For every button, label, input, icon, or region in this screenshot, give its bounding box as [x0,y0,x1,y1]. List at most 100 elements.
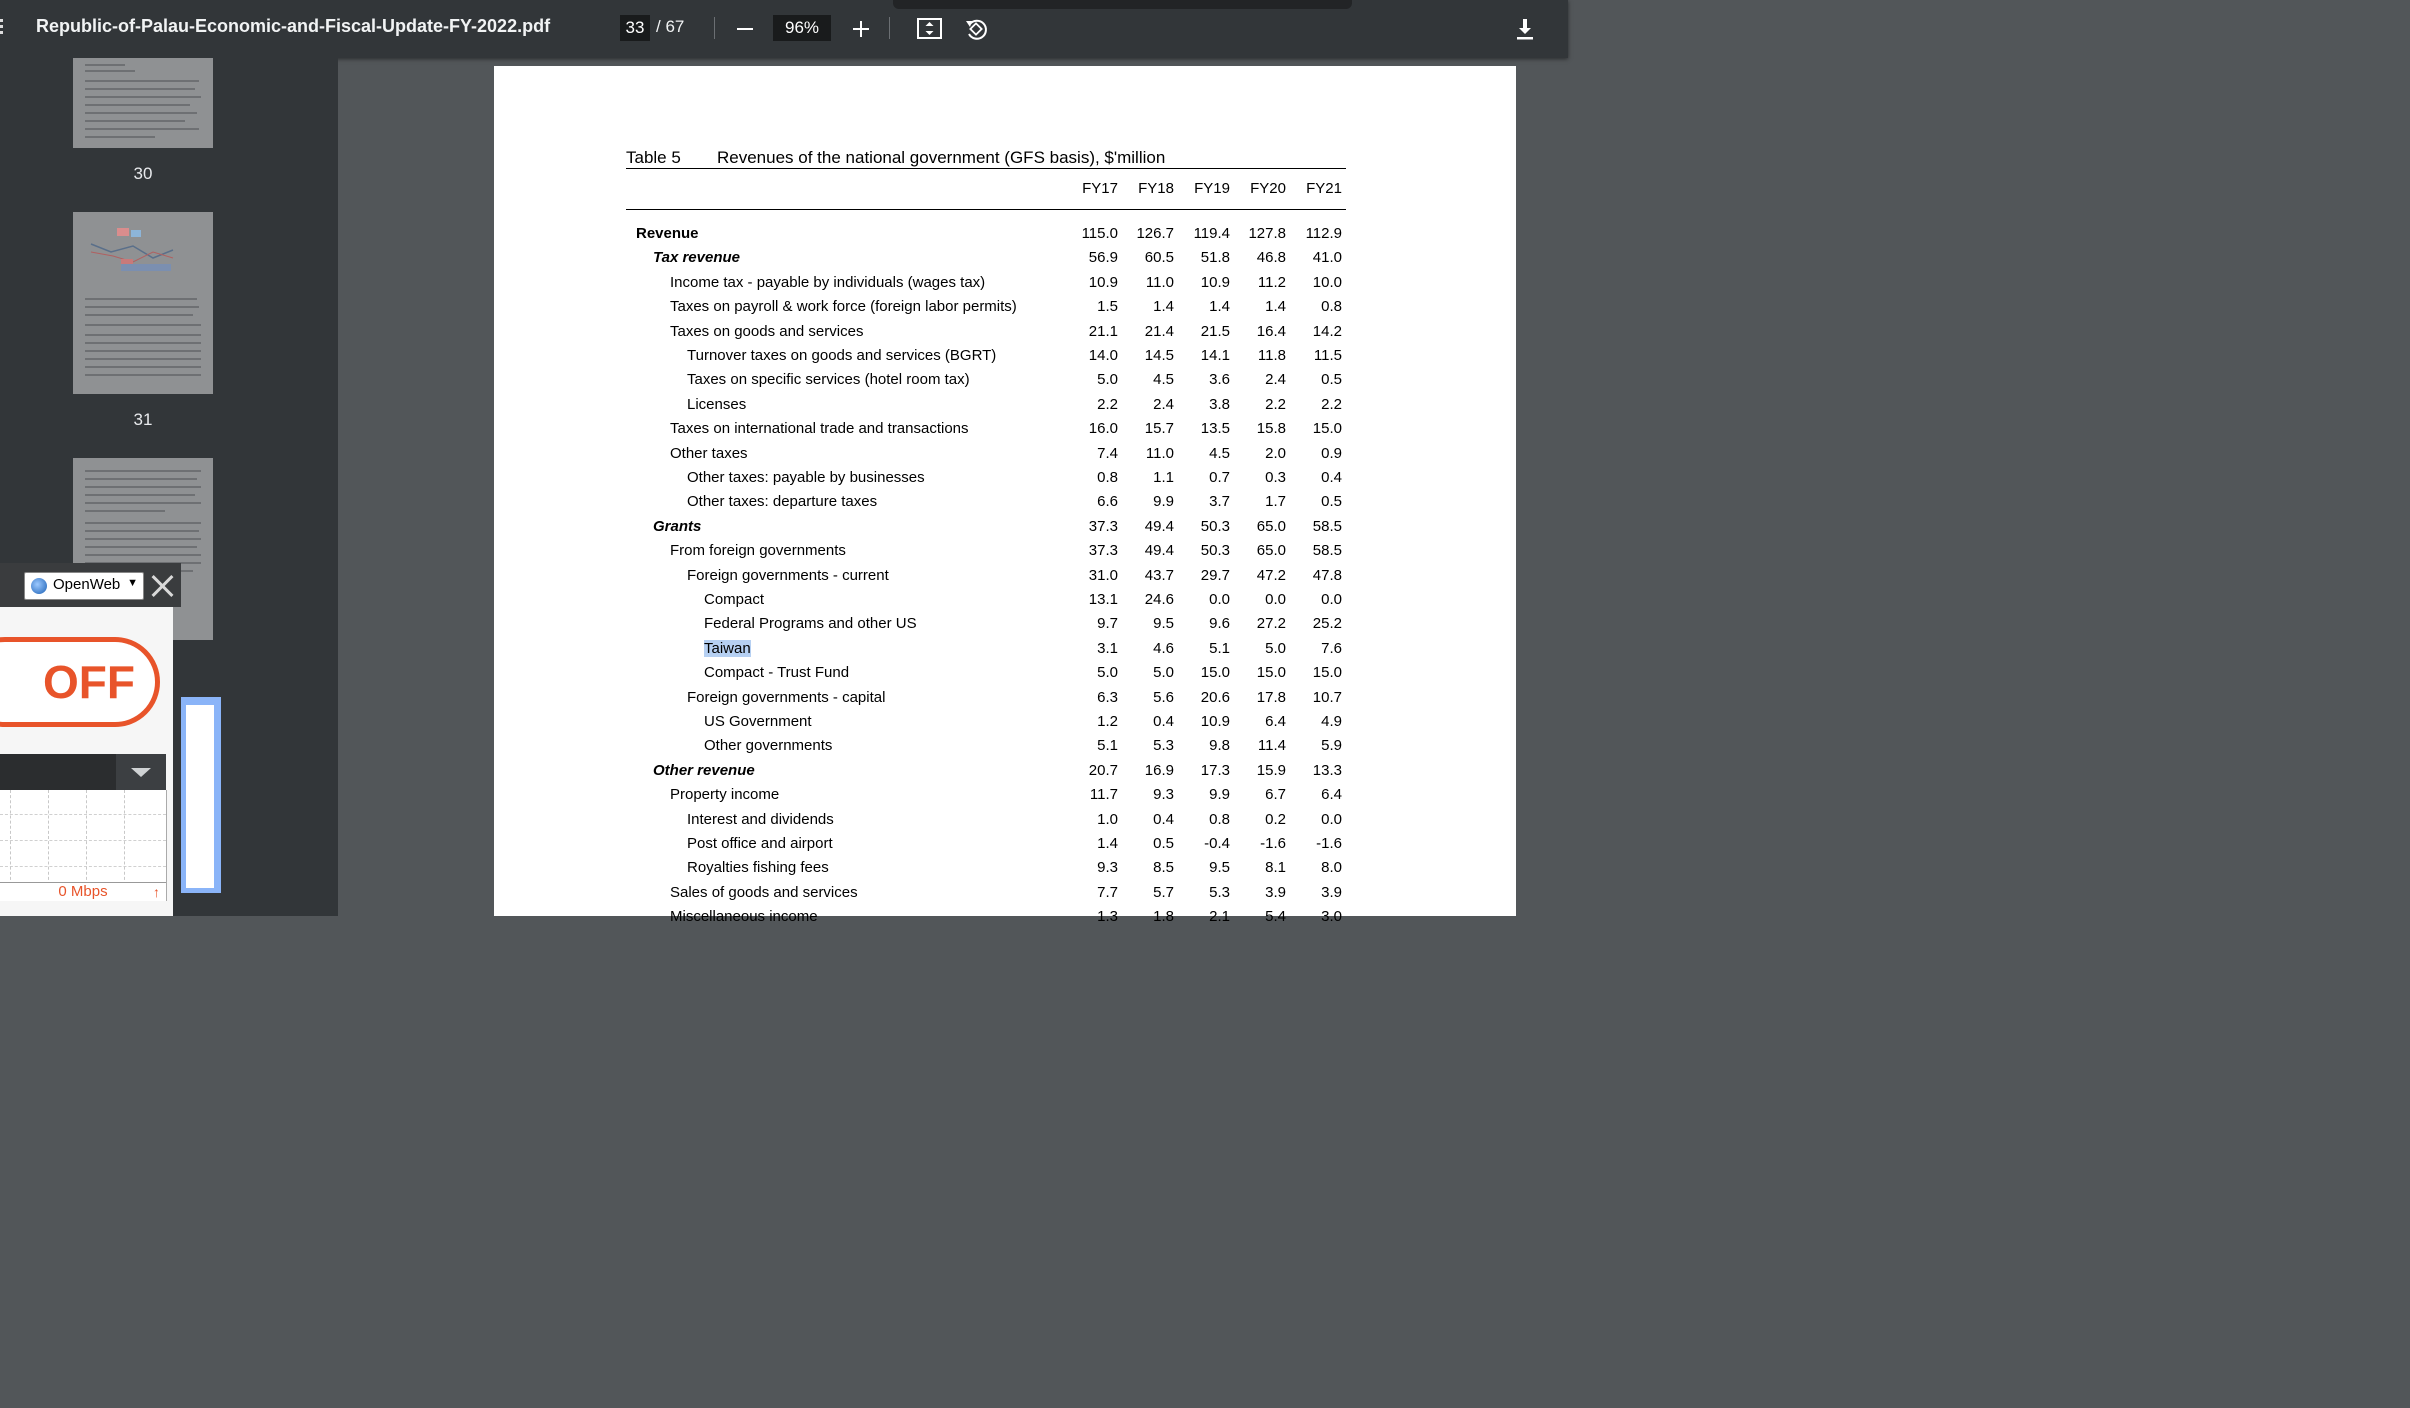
table-cell: 112.9 [1305,225,1342,242]
table-cell: 0.7 [1209,469,1230,486]
table-row: Other taxes: departure taxes 6.6 9.9 3.7 1.7… [494,493,1516,517]
table-row: Taxes on goods and services 21.1 21.4 21.5 1… [494,323,1516,347]
table-row: Taxes on specific services (hotel room t… [494,371,1516,395]
table-cell: -1.6 [1316,835,1342,852]
network-widget-panel: OFF 0 Mbps ↑ [0,607,173,916]
page-thumbnail[interactable] [73,212,213,394]
table-cell: 16.9 [1144,761,1174,779]
row-label: Taxes on goods and services [670,322,864,340]
table-cell: 3.6 [1209,371,1230,389]
row-label: Other governments [704,737,833,755]
row-label: Tax revenue [653,249,740,267]
table-cell: 29.7 [1200,566,1230,584]
table-cell: 2.0 [1265,444,1286,462]
table-cell: 2.2 [1265,395,1286,413]
table-cell: 14.1 [1200,347,1230,364]
table-cell: -1.6 [1260,835,1286,852]
zoom-in-button[interactable] [850,14,872,42]
table-cell: 5.1 [1097,737,1118,755]
table-cell: 21.5 [1200,322,1230,340]
table-cell: 0.4 [1153,810,1174,828]
table-cell: 27.2 [1256,615,1286,633]
table-row: Grants 37.3 49.4 50.3 65.0 58.5 [494,518,1516,542]
table-cell: 65.0 [1256,542,1286,560]
table-cell: 10.0 [1312,273,1342,291]
table-row: Revenue 115.0 126.7 119.4 127.8 112.9 [494,225,1516,249]
table-row: US Government 1.2 0.4 10.9 6.4 4.9 [494,713,1516,737]
table-cell: 3.7 [1209,493,1230,511]
close-icon[interactable] [150,572,174,598]
menu-icon[interactable] [0,16,4,40]
table-row: Foreign governments - current 31.0 43.7 29.… [494,567,1516,591]
row-label: Grants [653,517,702,535]
table-cell: 1.4 [1097,835,1118,852]
row-label: Property income [670,786,780,804]
table-cell: 9.9 [1209,786,1230,804]
table-cell: 25.2 [1312,615,1342,633]
zoom-out-button[interactable] [734,14,756,42]
page-thumbnail[interactable] [73,58,213,148]
table-cell: 51.8 [1200,249,1230,267]
table-cell: 11.5 [1313,347,1342,364]
window-tab-strip [893,0,1352,9]
table-cell: 46.8 [1256,249,1286,267]
table-cell: 1.3 [1097,908,1118,926]
table-cell: 3.0 [1321,908,1342,926]
table-cell: 5.0 [1097,371,1118,389]
table-row: Federal Programs and other US 9.7 9.5 9.6 27… [494,615,1516,639]
row-label: From foreign governments [670,542,846,560]
row-label: Taiwan [704,639,751,657]
selected-thumbnail[interactable] [186,705,214,888]
table-cell: 56.9 [1088,249,1118,267]
table-cell: 2.4 [1153,395,1174,413]
table-row: Interest and dividends 1.0 0.4 0.8 0.2 0.0 [494,811,1516,835]
fit-to-page-icon[interactable] [916,15,944,43]
rotate-icon[interactable] [962,15,990,43]
table-cell: 20.7 [1088,761,1118,779]
widget-dropdown[interactable] [0,754,166,790]
table-caption: Revenues of the national government (GFS… [717,148,1166,167]
table-row: Other taxes 7.4 11.0 4.5 2.0 0.9 [494,445,1516,469]
zoom-level-input[interactable]: 96% [773,15,831,41]
table-cell: 15.0 [1312,420,1342,438]
table-cell: 17.8 [1256,688,1286,706]
status-badge[interactable]: OFF [0,637,160,727]
table-cell: 6.4 [1321,786,1342,804]
table-row: Compact 13.1 24.6 0.0 0.0 0.0 [494,591,1516,615]
download-icon[interactable] [1511,15,1539,43]
network-select[interactable]: OpenWeb ▼ [24,572,144,600]
table-cell: 2.2 [1321,395,1342,413]
table-cell: 1.1 [1153,469,1174,486]
table-cell: 11.0 [1145,444,1174,462]
table-cell: 6.7 [1265,786,1286,804]
table-cell: 14.2 [1312,322,1342,340]
table-row: Other taxes: payable by businesses 0.8 1.1… [494,469,1516,493]
table-cell: 10.7 [1312,688,1342,706]
table-cell: 15.9 [1256,761,1286,779]
table-cell: 9.8 [1209,737,1230,755]
table-cell: 1.7 [1265,493,1286,511]
table-cell: 15.7 [1144,420,1174,438]
table-row: Income tax - payable by individuals (wag… [494,274,1516,298]
toolbar-divider [889,17,890,39]
table-cell: 8.1 [1265,859,1286,877]
table-cell: 5.4 [1265,908,1286,926]
table-cell: 60.5 [1144,249,1174,267]
speed-graph: 0 Mbps ↑ [0,790,167,901]
table-cell: 9.3 [1097,859,1118,877]
table-cell: 0.0 [1209,591,1230,608]
chevron-down-icon[interactable] [116,754,166,790]
table-cell: 4.9 [1321,713,1342,730]
table-cell: 0.0 [1321,810,1342,828]
table-cell: 5.3 [1153,737,1174,755]
table-cell: 1.4 [1265,298,1286,316]
table-cell: 15.8 [1256,420,1286,438]
table-cell: 6.4 [1265,713,1286,730]
table-cell: 49.4 [1144,517,1174,535]
table-row: Other revenue 20.7 16.9 17.3 15.9 13.3 [494,762,1516,786]
table-cell: 13.3 [1312,761,1342,779]
table-row: Compact - Trust Fund 5.0 5.0 15.0 15.0 15.0 [494,664,1516,688]
column-header: FY19 [1194,180,1230,197]
page-number-input[interactable]: 33 [620,15,650,41]
table-cell: 1.8 [1153,908,1174,926]
